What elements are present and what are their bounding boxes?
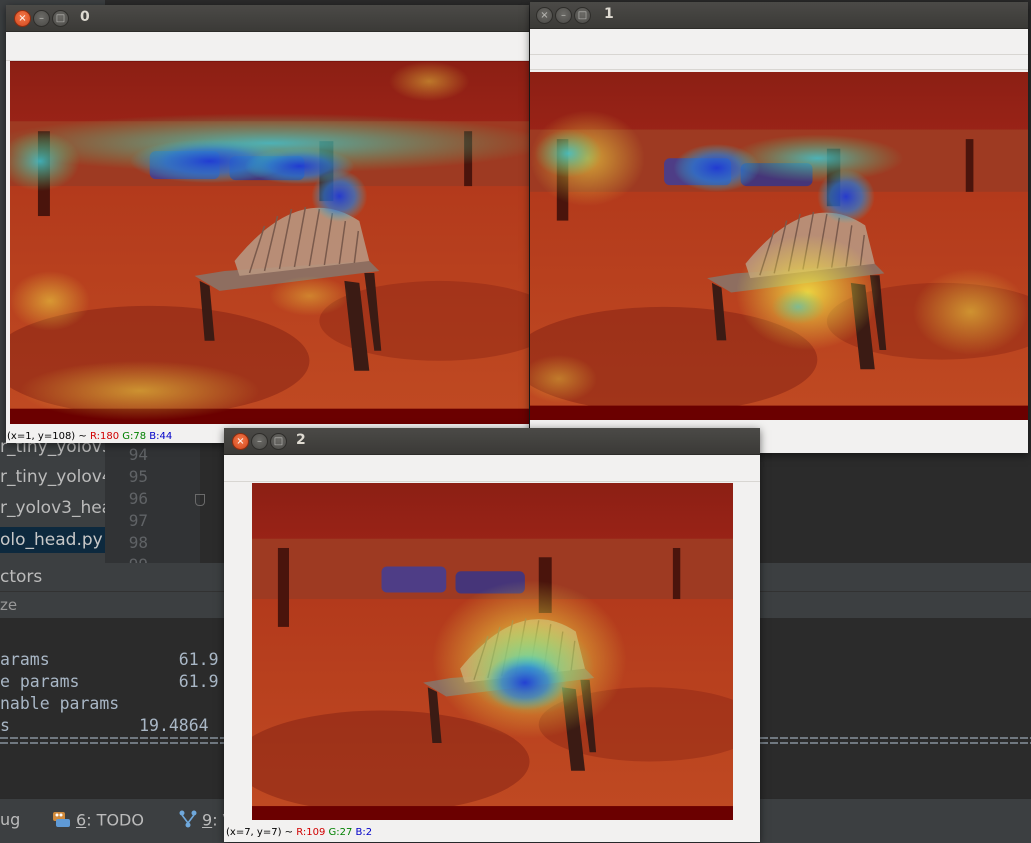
file-tree-item-selected[interactable]: olo_head.py [0, 527, 105, 553]
vcs-number: 9 [202, 810, 213, 830]
file-tree-item-label: r_yolov3_head [0, 498, 105, 518]
file-tree-item-label: olo_head.py [0, 530, 103, 550]
todo-icon [52, 810, 72, 832]
file-tree-item[interactable]: r_yolov3_head [0, 495, 105, 521]
window-title: 1 [604, 6, 614, 22]
debug-label: ug [0, 810, 21, 829]
close-icon[interactable]: × [14, 10, 31, 27]
opencv-window-2[interactable]: × – □ 2 (x=7, y=7) ~ R:109 G:27 B:2 [224, 428, 760, 842]
heatmap-image[interactable] [530, 72, 1028, 420]
console-line: s 19.4864 [0, 716, 209, 735]
minimize-icon[interactable]: – [555, 7, 572, 24]
status-r: R:109 [296, 827, 326, 838]
status-coords: (x=7, y=7) ~ [226, 827, 297, 838]
maximize-icon[interactable]: □ [52, 10, 69, 27]
status-b: B:44 [149, 431, 173, 442]
todo-label: : TODO [86, 810, 144, 830]
status-b: B:2 [355, 827, 373, 838]
line-number: 95 [128, 467, 148, 486]
window-titlebar[interactable]: × – □ 1 [530, 2, 1028, 29]
window-title: 2 [296, 432, 306, 448]
window-title: 0 [80, 9, 90, 25]
console-line: nable params [0, 694, 120, 713]
debug-tool-button[interactable]: ug [0, 810, 20, 829]
todo-number: 6 [76, 810, 87, 830]
line-number: 98 [128, 533, 148, 552]
maximize-icon[interactable]: □ [270, 433, 287, 450]
pixel-status: (x=1, y=108) ~ R:180 G:78 B:44 [7, 431, 172, 442]
status-g: G:78 [122, 431, 147, 442]
opencv-window-0[interactable]: × – □ 0 (x=1, y=108) ~ R:180 G:78 B:44 [6, 5, 529, 443]
line-number: 96 [128, 489, 148, 508]
status-coords: (x=1, y=108) ~ [7, 431, 90, 442]
line-number: 99 [118, 555, 148, 563]
heatmap-image[interactable] [10, 61, 529, 424]
file-tree-item[interactable]: r_tiny_yolov4 [0, 464, 105, 490]
status-g: G:27 [328, 827, 353, 838]
heatmap-image[interactable] [252, 483, 733, 820]
run-panel-title: ze [0, 596, 18, 614]
close-icon[interactable]: × [536, 7, 553, 24]
close-icon[interactable]: × [232, 433, 249, 450]
window-titlebar[interactable]: × – □ 0 [6, 5, 529, 32]
git-branch-icon [178, 810, 198, 832]
window-titlebar[interactable]: × – □ 2 [224, 428, 760, 455]
console-line: e params 61.9 [0, 672, 219, 691]
structure-tab[interactable]: ctors [0, 563, 105, 591]
minimize-icon[interactable]: – [33, 10, 50, 27]
window-toolbar [224, 455, 760, 482]
window-toolbar [530, 29, 1028, 70]
line-number: 94 [128, 445, 148, 464]
opencv-window-1[interactable]: × – □ 1 [530, 2, 1028, 453]
pixel-status: (x=7, y=7) ~ R:109 G:27 B:2 [226, 827, 372, 838]
fold-marker-icon[interactable] [195, 494, 205, 506]
console-line: arams 61.9 [0, 650, 219, 669]
minimize-icon[interactable]: – [251, 433, 268, 450]
file-tree-item-label: r_tiny_yolov4 [0, 467, 105, 487]
window-toolbar [6, 32, 529, 61]
status-r: R:180 [89, 431, 120, 442]
line-number: 97 [128, 511, 148, 530]
todo-tool-button[interactable]: 6: TODO [52, 810, 144, 832]
maximize-icon[interactable]: □ [574, 7, 591, 24]
